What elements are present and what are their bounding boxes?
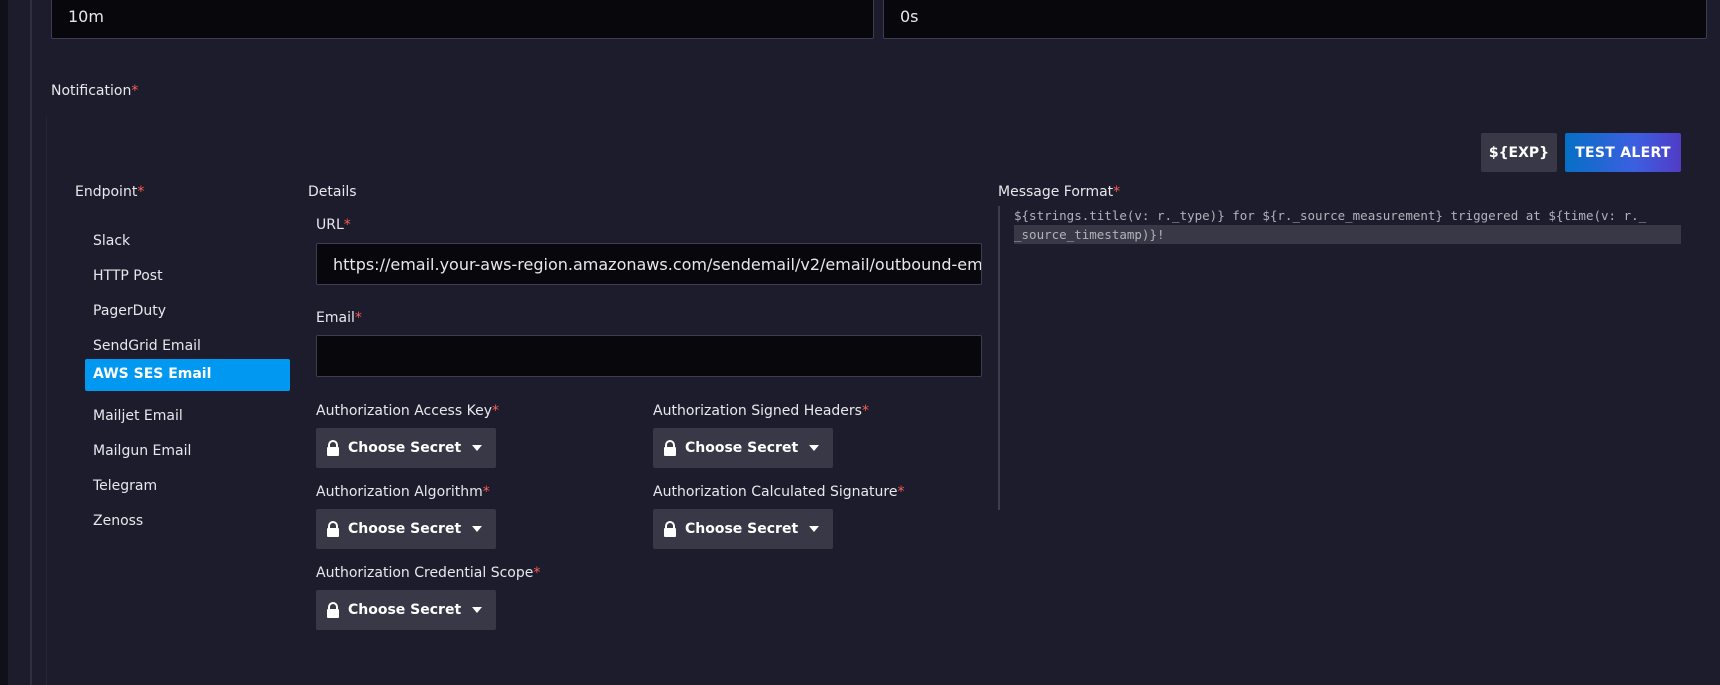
every-input[interactable]: 10m [51, 0, 874, 39]
required-mark: * [861, 403, 869, 419]
algorithm-label-text: Authorization Algorithm [316, 484, 483, 500]
endpoint-item-pagerduty[interactable]: PagerDuty [85, 296, 290, 328]
access-key-label: Authorization Access Key* [316, 403, 499, 419]
message-editor-gutter [998, 206, 1000, 510]
exp-button[interactable]: ${EXP} [1481, 133, 1557, 172]
chevron-down-icon [472, 445, 482, 451]
url-label: URL* [316, 217, 351, 233]
details-label: Details [308, 184, 357, 200]
credential-scope-label-text: Authorization Credential Scope [316, 565, 534, 581]
signed-headers-label-text: Authorization Signed Headers [653, 403, 862, 419]
required-mark: * [533, 565, 541, 581]
code-line: _source_timestamp)}! [1014, 225, 1681, 244]
endpoint-item-mailjet-email[interactable]: Mailjet Email [85, 401, 290, 433]
notification-panel [46, 116, 1720, 685]
chevron-down-icon [472, 526, 482, 532]
endpoint-item-mailgun-email[interactable]: Mailgun Email [85, 436, 290, 468]
secret-placeholder: Choose Secret [685, 521, 799, 537]
email-input[interactable] [316, 335, 982, 377]
signed-headers-dropdown[interactable]: Choose Secret [653, 428, 833, 468]
code-line: ${strings.title(v: r._type)} for ${r._so… [1014, 208, 1647, 223]
email-label-text: Email [316, 310, 355, 326]
endpoint-item-aws-ses-email[interactable]: AWS SES Email [85, 359, 290, 391]
calc-signature-label-text: Authorization Calculated Signature [653, 484, 898, 500]
algorithm-dropdown[interactable]: Choose Secret [316, 509, 496, 549]
required-mark: * [137, 184, 145, 200]
offset-input[interactable]: 0s [883, 0, 1707, 39]
lock-icon [327, 602, 339, 618]
endpoint-label-text: Endpoint [75, 184, 138, 200]
required-mark: * [354, 310, 362, 326]
access-key-label-text: Authorization Access Key [316, 403, 492, 419]
lock-icon [664, 440, 676, 456]
algorithm-label: Authorization Algorithm* [316, 484, 490, 500]
endpoint-label: Endpoint* [75, 184, 144, 200]
gutter-line [30, 0, 32, 685]
secret-placeholder: Choose Secret [348, 440, 462, 456]
secret-placeholder: Choose Secret [685, 440, 799, 456]
calc-signature-label: Authorization Calculated Signature* [653, 484, 904, 500]
message-format-label: Message Format* [998, 184, 1120, 200]
chevron-down-icon [809, 445, 819, 451]
notification-label: Notification* [51, 83, 138, 99]
endpoint-item-slack[interactable]: Slack [85, 226, 290, 258]
endpoint-item-telegram[interactable]: Telegram [85, 471, 290, 503]
email-label: Email* [316, 310, 362, 326]
endpoint-item-http-post[interactable]: HTTP Post [85, 261, 290, 293]
lock-icon [327, 440, 339, 456]
endpoint-item-zenoss[interactable]: Zenoss [85, 506, 290, 538]
required-mark: * [482, 484, 490, 500]
calc-signature-dropdown[interactable]: Choose Secret [653, 509, 833, 549]
test-alert-button[interactable]: TEST ALERT [1565, 133, 1681, 172]
secret-placeholder: Choose Secret [348, 521, 462, 537]
message-format-label-text: Message Format [998, 184, 1114, 200]
chevron-down-icon [472, 607, 482, 613]
secret-placeholder: Choose Secret [348, 602, 462, 618]
access-key-dropdown[interactable]: Choose Secret [316, 428, 496, 468]
url-input[interactable]: https://email.your-aws-region.amazonaws.… [316, 243, 982, 285]
required-mark: * [131, 83, 139, 99]
left-gutter [0, 0, 8, 685]
message-format-editor[interactable]: ${strings.title(v: r._type)} for ${r._so… [1014, 206, 1681, 244]
credential-scope-dropdown[interactable]: Choose Secret [316, 590, 496, 630]
required-mark: * [343, 217, 351, 233]
credential-scope-label: Authorization Credential Scope* [316, 565, 540, 581]
signed-headers-label: Authorization Signed Headers* [653, 403, 869, 419]
required-mark: * [1113, 184, 1121, 200]
lock-icon [327, 521, 339, 537]
required-mark: * [897, 484, 905, 500]
lock-icon [664, 521, 676, 537]
chevron-down-icon [809, 526, 819, 532]
url-label-text: URL [316, 217, 344, 233]
notification-label-text: Notification [51, 83, 132, 99]
required-mark: * [491, 403, 499, 419]
